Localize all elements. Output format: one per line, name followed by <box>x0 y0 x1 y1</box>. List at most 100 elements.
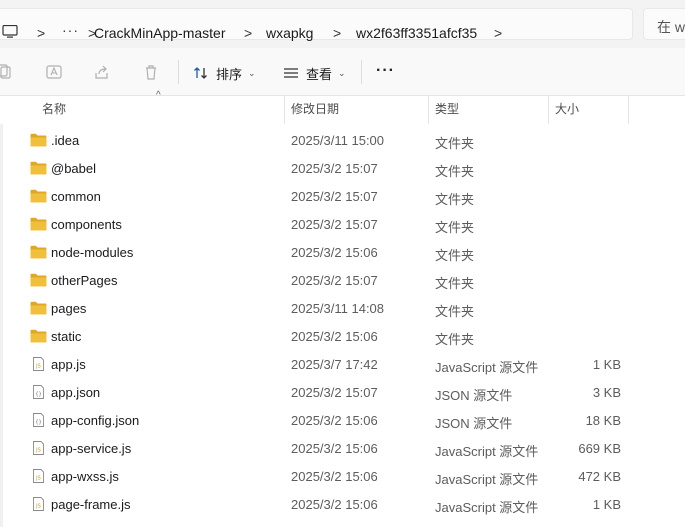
file-row[interactable]: otherPages 2025/3/2 15:07 文件夹 <box>10 267 630 295</box>
folder-icon <box>30 161 47 175</box>
breadcrumb-item-current-folder[interactable]: wx2f63ff3351afcf35 <box>356 24 477 42</box>
folder-icon <box>30 217 47 231</box>
file-type: 文件夹 <box>435 276 475 291</box>
file-name: node-modules <box>51 245 134 260</box>
file-row[interactable]: pages 2025/3/11 14:08 文件夹 <box>10 295 630 323</box>
toolbar-divider <box>361 60 362 84</box>
file-name: .idea <box>51 133 80 148</box>
file-row[interactable]: {} app.json 2025/3/2 15:07 JSON 源文件 3 KB <box>10 379 630 407</box>
this-pc-icon[interactable] <box>2 25 18 38</box>
file-type: JSON 源文件 <box>435 388 513 403</box>
file-size: 669 KB <box>578 441 621 456</box>
folder-icon <box>30 245 47 259</box>
file-row[interactable]: JS page-frame.js 2025/3/2 15:06 JavaScript … <box>10 491 630 519</box>
file-size: 472 KB <box>578 469 621 484</box>
svg-text:JS: JS <box>35 448 41 454</box>
file-size: 18 KB <box>585 413 621 428</box>
file-row[interactable]: {} app-config.json 2025/3/2 15:06 JSON 源文件 1… <box>10 407 630 435</box>
folder-icon <box>30 301 47 315</box>
file-name: static <box>51 329 82 344</box>
file-date-modified: 2025/3/2 15:07 <box>291 189 378 204</box>
command-bar: 排序 ⌄ 查看 ⌄ ··· <box>0 48 685 96</box>
file-size: 1 KB <box>592 497 621 512</box>
file-date-modified: 2025/3/11 14:08 <box>291 301 385 316</box>
folder-icon <box>30 133 47 147</box>
javascript-file-icon: JS <box>33 469 44 483</box>
breadcrumb-overflow-button[interactable]: ··· <box>62 22 79 38</box>
address-bar-row: > ··· > CrackMinApp-master > wxapkg > wx… <box>0 0 685 48</box>
breadcrumb-item-wxapkg[interactable]: wxapkg <box>266 24 313 42</box>
file-type: JavaScript 源文件 <box>435 360 539 375</box>
file-size: 1 KB <box>592 357 621 372</box>
column-name[interactable]: 名称 <box>36 96 285 124</box>
svg-text:JS: JS <box>35 476 41 482</box>
file-name: app.js <box>51 357 86 372</box>
column-type[interactable]: 类型 <box>429 96 549 124</box>
file-name: pages <box>51 301 87 316</box>
file-date-modified: 2025/3/7 17:42 <box>291 357 378 372</box>
file-size: 3 KB <box>592 385 621 400</box>
share-icon[interactable] <box>94 64 110 80</box>
file-name: app.json <box>51 385 101 400</box>
file-name: @babel <box>51 161 97 176</box>
folder-icon <box>30 273 47 287</box>
view-button[interactable]: 查看 ⌄ <box>283 60 346 86</box>
see-more-button[interactable]: ··· <box>376 62 395 80</box>
file-name: otherPages <box>51 273 118 288</box>
breadcrumb-separator[interactable]: > <box>494 24 502 42</box>
file-type: JavaScript 源文件 <box>435 444 539 459</box>
file-name: common <box>51 189 101 204</box>
file-name: components <box>51 217 122 232</box>
file-date-modified: 2025/3/2 15:07 <box>291 217 378 232</box>
file-type: JavaScript 源文件 <box>435 472 539 487</box>
sort-label: 排序 <box>216 66 243 82</box>
file-type: 文件夹 <box>435 248 475 263</box>
json-file-icon: {} <box>33 413 44 427</box>
breadcrumb-separator[interactable]: > <box>37 24 45 42</box>
breadcrumb-separator[interactable]: > <box>244 24 252 42</box>
sort-button[interactable]: 排序 ⌄ <box>193 60 256 86</box>
file-type: 文件夹 <box>435 192 475 207</box>
column-date-modified[interactable]: 修改日期 <box>285 96 429 124</box>
file-type: JSON 源文件 <box>435 416 513 431</box>
rename-icon[interactable] <box>46 64 62 80</box>
file-row[interactable]: JS app-service.js 2025/3/2 15:06 JavaScript… <box>10 435 630 463</box>
file-type: 文件夹 <box>435 304 475 319</box>
file-date-modified: 2025/3/2 15:06 <box>291 469 378 484</box>
column-size[interactable]: 大小 <box>549 96 629 124</box>
file-date-modified: 2025/3/2 15:06 <box>291 245 378 260</box>
file-row[interactable]: static 2025/3/2 15:06 文件夹 <box>10 323 630 351</box>
copy-icon[interactable] <box>0 64 12 80</box>
file-row[interactable]: common 2025/3/2 15:07 文件夹 <box>10 183 630 211</box>
file-date-modified: 2025/3/2 15:07 <box>291 385 378 400</box>
view-label: 查看 <box>306 66 333 82</box>
svg-text:{}: {} <box>35 420 41 426</box>
breadcrumb-separator[interactable]: > <box>333 24 341 42</box>
file-row[interactable]: components 2025/3/2 15:07 文件夹 <box>10 211 630 239</box>
svg-text:{}: {} <box>35 392 41 398</box>
file-row[interactable]: JS app-wxss.js 2025/3/2 15:06 JavaScript 源文… <box>10 463 630 491</box>
navigation-pane-edge <box>0 124 3 527</box>
address-bar[interactable]: > ··· > CrackMinApp-master > wxapkg > wx… <box>0 8 633 42</box>
file-type: 文件夹 <box>435 136 475 151</box>
svg-text:JS: JS <box>35 504 41 510</box>
file-row[interactable]: @babel 2025/3/2 15:07 文件夹 <box>10 155 630 183</box>
file-type: 文件夹 <box>435 220 475 235</box>
delete-icon[interactable] <box>143 64 159 80</box>
file-name: page-frame.js <box>51 497 131 512</box>
file-name: app-service.js <box>51 441 132 456</box>
breadcrumb-item-crackminapp[interactable]: CrackMinApp-master <box>94 24 225 42</box>
file-row[interactable]: node-modules 2025/3/2 15:06 文件夹 <box>10 239 630 267</box>
search-box[interactable]: 在 wx <box>643 8 685 40</box>
file-row[interactable]: .idea 2025/3/11 15:00 文件夹 <box>10 127 630 155</box>
folder-icon <box>30 329 47 343</box>
file-type: 文件夹 <box>435 332 475 347</box>
file-name: app-config.json <box>51 413 140 428</box>
chevron-down-icon: ⌄ <box>338 67 346 78</box>
file-date-modified: 2025/3/2 15:06 <box>291 497 378 512</box>
file-date-modified: 2025/3/2 15:07 <box>291 161 378 176</box>
file-type: 文件夹 <box>435 164 475 179</box>
folder-icon <box>30 189 47 203</box>
file-row[interactable]: JS app.js 2025/3/7 17:42 JavaScript 源文件 1 KB <box>10 351 630 379</box>
file-type: JavaScript 源文件 <box>435 500 539 515</box>
